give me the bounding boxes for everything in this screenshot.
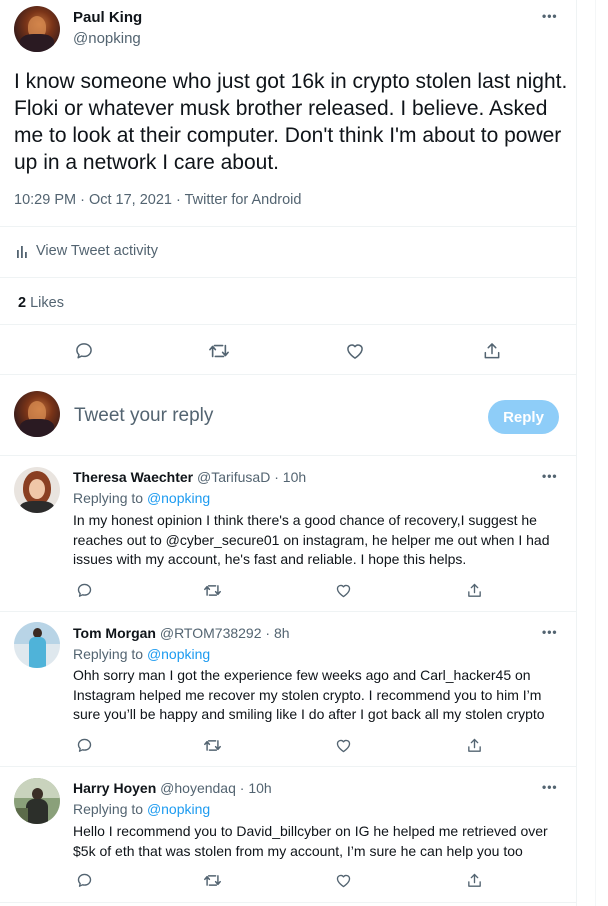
retweet-icon[interactable]	[201, 579, 223, 601]
replying-to-prefix: Replying to	[73, 646, 144, 662]
retweet-icon[interactable]	[201, 734, 223, 756]
replying-to-link[interactable]: @nopking	[147, 490, 210, 506]
divider	[0, 226, 576, 227]
reply-author-handle[interactable]: @RTOM738292	[160, 625, 262, 641]
reply-button[interactable]: Reply	[488, 400, 559, 434]
retweet-icon[interactable]	[201, 869, 223, 891]
reply-author-name[interactable]: Tom Morgan	[73, 625, 156, 641]
share-icon[interactable]	[463, 869, 485, 891]
view-tweet-activity-label: View Tweet activity	[36, 243, 158, 259]
reply-meta: Theresa Waechter @TarifusaD · 10h	[73, 469, 306, 485]
page-edge	[595, 0, 608, 906]
reply-meta: Harry Hoyen @hoyendaq · 10h	[73, 780, 272, 796]
reply-author-name[interactable]: Theresa Waechter	[73, 469, 193, 485]
more-icon[interactable]: •••	[542, 780, 558, 794]
replying-to-prefix: Replying to	[73, 490, 144, 506]
divider	[0, 277, 576, 278]
replying-to-link[interactable]: @nopking	[147, 646, 210, 662]
reply-time[interactable]: 8h	[274, 625, 290, 641]
reply-icon[interactable]	[73, 869, 95, 891]
reply-text: Hello I recommend you to David_billcyber…	[73, 823, 548, 859]
likes-stat[interactable]: 2 Likes	[18, 295, 64, 311]
like-icon[interactable]	[332, 869, 354, 891]
reply-time[interactable]: 10h	[283, 469, 306, 485]
replying-to: Replying to @nopking	[73, 801, 210, 817]
separator-dot: ·	[265, 625, 271, 641]
reply-author-handle[interactable]: @hoyendaq	[160, 780, 236, 796]
tweet-thread-column: Paul King @nopking ••• I know someone wh…	[0, 0, 577, 906]
likes-count: 2	[18, 295, 27, 311]
reply-time[interactable]: 10h	[248, 780, 271, 796]
replying-to: Replying to @nopking	[73, 646, 210, 662]
reply-composer-input[interactable]: Tweet your reply	[74, 405, 213, 427]
activity-icon	[17, 246, 27, 258]
replying-to: Replying to @nopking	[73, 490, 210, 506]
more-icon[interactable]: •••	[542, 625, 558, 639]
divider	[0, 324, 576, 325]
share-icon[interactable]	[463, 579, 485, 601]
main-tweet-timestamp[interactable]: 10:29 PM · Oct 17, 2021 · Twitter for An…	[14, 192, 301, 208]
reply-author-name[interactable]: Harry Hoyen	[73, 780, 156, 796]
reply-icon[interactable]	[73, 734, 95, 756]
reply-avatar[interactable]	[14, 778, 60, 824]
main-author-name[interactable]: Paul King	[73, 9, 142, 26]
separator-dot: ·	[239, 780, 245, 796]
divider	[0, 455, 576, 456]
share-icon[interactable]	[481, 340, 503, 362]
reply-author-handle[interactable]: @TarifusaD	[197, 469, 270, 485]
reply-meta: Tom Morgan @RTOM738292 · 8h	[73, 625, 290, 641]
separator-dot: ·	[274, 469, 279, 485]
divider	[0, 611, 576, 612]
more-icon[interactable]: •••	[542, 9, 558, 23]
replying-to-link[interactable]: @nopking	[147, 801, 210, 817]
composer-avatar[interactable]	[14, 391, 60, 437]
main-author-handle[interactable]: @nopking	[73, 30, 141, 47]
more-icon[interactable]: •••	[542, 469, 558, 483]
reply-icon[interactable]	[73, 340, 95, 362]
reply-text: Ohh sorry man I got the experience few w…	[73, 667, 545, 722]
view-tweet-activity[interactable]: View Tweet activity	[17, 243, 158, 259]
reply-icon[interactable]	[73, 579, 95, 601]
like-icon[interactable]	[332, 734, 354, 756]
divider	[0, 766, 576, 767]
divider	[0, 374, 576, 375]
like-icon[interactable]	[332, 579, 354, 601]
like-icon[interactable]	[344, 340, 366, 362]
retweet-icon[interactable]	[208, 340, 230, 362]
reply-text: In my honest opinion I think there's a g…	[73, 512, 550, 567]
main-author-avatar[interactable]	[14, 6, 60, 52]
share-icon[interactable]	[463, 734, 485, 756]
likes-label: Likes	[30, 295, 64, 311]
replying-to-prefix: Replying to	[73, 801, 144, 817]
divider	[0, 902, 576, 903]
reply-avatar[interactable]	[14, 622, 60, 668]
reply-avatar[interactable]	[14, 467, 60, 513]
main-tweet-text: I know someone who just got 16k in crypt…	[14, 70, 568, 174]
